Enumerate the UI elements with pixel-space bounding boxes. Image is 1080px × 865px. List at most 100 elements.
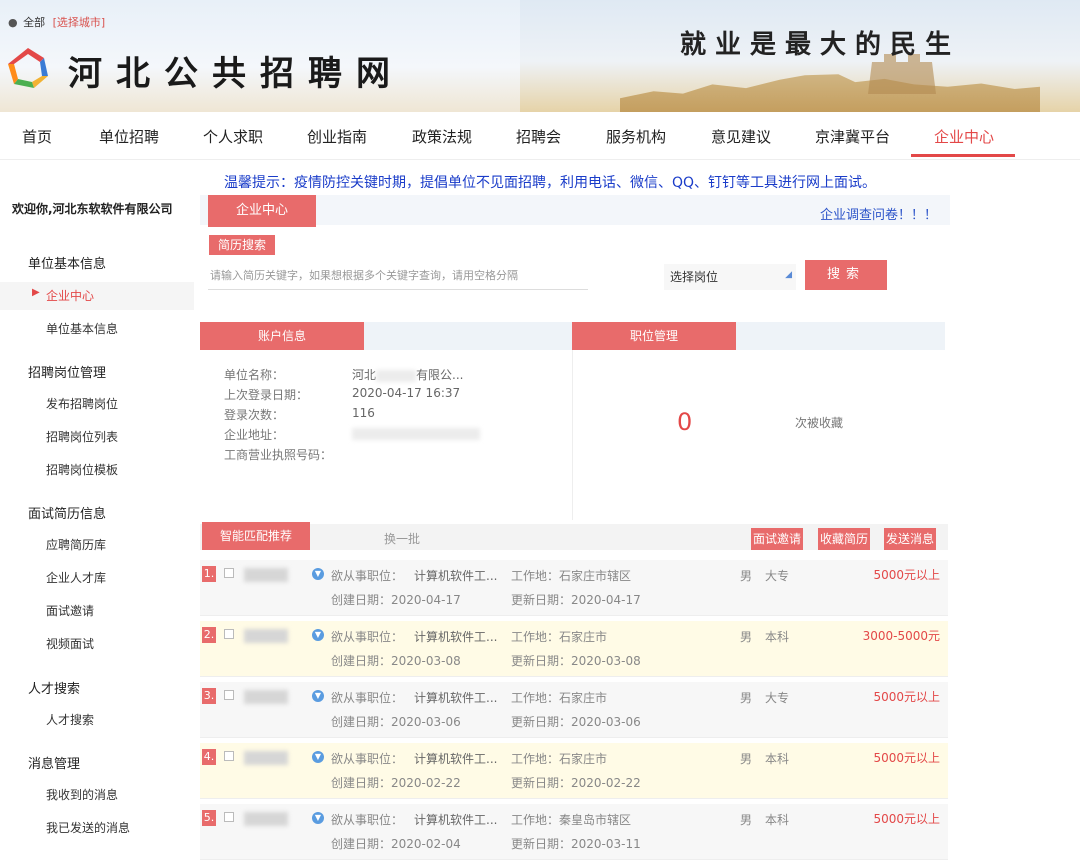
table-row[interactable]: 3. ▼ 欲从事职位： 计算机软件工... 工作地：石家庄市 男大专 5000元以上 创建日期…: [200, 682, 948, 738]
redacted-name: [244, 568, 288, 582]
post-select-value: 选择岗位: [670, 270, 719, 284]
sidebar-item-talent-pool[interactable]: 企业人才库: [46, 569, 106, 586]
sidebar-item-received-messages[interactable]: 我收到的消息: [46, 786, 118, 803]
search-button[interactable]: 搜索: [805, 260, 887, 290]
nav-feedback[interactable]: 意见建议: [711, 126, 771, 147]
row-checkbox[interactable]: [224, 690, 234, 700]
table-row[interactable]: 1. ▼ 欲从事职位： 计算机软件工... 工作地：石家庄市辖区 男大专 5000元以上 创建…: [200, 560, 948, 616]
expand-icon[interactable]: ▼: [312, 751, 324, 763]
created-date: 创建日期：2020-03-06: [331, 715, 461, 729]
row-number: 4.: [202, 749, 216, 765]
table-row[interactable]: 2. ▼ 欲从事职位： 计算机软件工... 工作地：石家庄市 男本科 3000-5000元创…: [200, 621, 948, 677]
site-title: 河北公共招聘网: [68, 54, 404, 94]
table-row[interactable]: 4. ▼ 欲从事职位： 计算机软件工... 工作地：石家庄市 男本科 5000元以上 创建日期…: [200, 743, 948, 799]
slogan: 就业是最大的民生: [680, 30, 961, 60]
select-city-link[interactable]: [选择城市]: [53, 16, 106, 29]
created-date: 创建日期：2020-02-22: [331, 776, 461, 790]
favorite-count-label: 次被收藏: [795, 416, 844, 430]
welcome-text: 欢迎你,河北东软软件有限公司: [12, 202, 173, 216]
sidebar-active-bg: [0, 282, 194, 310]
education: 本科: [765, 630, 790, 644]
sidebar-group-talent-search: 人才搜索: [28, 682, 81, 697]
acct-name-part2: 有限公...: [416, 368, 464, 382]
sidebar-item-video-interview[interactable]: 视频面试: [46, 635, 94, 652]
nav-unit-recruit[interactable]: 单位招聘: [99, 126, 159, 147]
created-date: 创建日期：2020-03-08: [331, 654, 461, 668]
row-checkbox[interactable]: [224, 812, 234, 822]
gender: 男: [740, 569, 753, 583]
table-row[interactable]: 5. ▼ 欲从事职位： 计算机软件工... 工作地：秦皇岛市辖区 男本科 5000元以上 创建…: [200, 804, 948, 860]
intent-value[interactable]: 计算机软件工...: [414, 811, 497, 828]
sidebar-group-post-mgmt: 招聘岗位管理: [28, 366, 107, 381]
nav-startup-guide[interactable]: 创业指南: [307, 126, 367, 147]
intent-value[interactable]: 计算机软件工...: [414, 689, 497, 706]
intent-value[interactable]: 计算机软件工...: [414, 567, 497, 584]
site-header: ● 全部 [选择城市] 河北公共招聘网 就业是最大的民生: [0, 0, 1080, 112]
nav-enterprise-center[interactable]: 企业中心: [934, 126, 994, 147]
acct-label-name: 单位名称：: [224, 368, 285, 382]
sidebar-item-talent-search[interactable]: 人才搜索: [46, 711, 94, 728]
position-mgmt-title[interactable]: 职位管理: [572, 322, 736, 350]
redacted-name: [244, 629, 288, 643]
nav-service-org[interactable]: 服务机构: [606, 126, 666, 147]
recommend-title: 智能匹配推荐: [202, 522, 310, 550]
sidebar-item-sent-messages[interactable]: 我已发送的消息: [46, 819, 130, 836]
location-all: 全部: [23, 16, 46, 29]
tab-enterprise-center[interactable]: 企业中心: [208, 195, 316, 227]
row-checkbox[interactable]: [224, 568, 234, 578]
post-select[interactable]: 选择岗位 ◢: [664, 264, 796, 290]
favorite-count[interactable]: 0: [677, 408, 692, 436]
swap-batch-link[interactable]: 换一批: [384, 530, 420, 547]
gender: 男: [740, 691, 753, 705]
expand-icon[interactable]: ▼: [312, 690, 324, 702]
acct-name-part1: 河北: [352, 368, 377, 382]
nav-job-seek[interactable]: 个人求职: [203, 126, 263, 147]
salary: 3000-5000元: [862, 629, 940, 643]
acct-value-login-count: 116: [352, 406, 375, 420]
survey-link[interactable]: 企业调查问卷！！！: [820, 204, 937, 223]
acct-value-last-login: 2020-04-17 16:37: [352, 386, 461, 400]
sidebar-item-publish-post[interactable]: 发布招聘岗位: [46, 395, 118, 412]
nav-home[interactable]: 首页: [22, 126, 52, 147]
acct-label-address: 企业地址：: [224, 428, 285, 442]
sidebar-group-messages: 消息管理: [28, 757, 81, 772]
nav-job-fair[interactable]: 招聘会: [516, 126, 561, 147]
row-checkbox[interactable]: [224, 751, 234, 761]
acct-label-login-count: 登录次数：: [224, 408, 285, 422]
nav-jjj-platform[interactable]: 京津冀平台: [815, 126, 890, 147]
row-checkbox[interactable]: [224, 629, 234, 639]
row-number: 1.: [202, 566, 216, 582]
notice-banner: 温馨提示：疫情防控关键时期，提倡单位不见面招聘，利用电话、微信、QQ、钉钉等工具…: [223, 175, 877, 191]
expand-icon[interactable]: ▼: [312, 568, 324, 580]
sidebar-item-post-template[interactable]: 招聘岗位模板: [46, 461, 118, 478]
redacted-block: [376, 369, 417, 382]
sidebar-item-resume-bank[interactable]: 应聘简历库: [46, 536, 106, 553]
intent-value[interactable]: 计算机软件工...: [414, 628, 497, 645]
sidebar-item-enterprise-center[interactable]: ▶ 企业中心: [32, 287, 94, 304]
intent-value[interactable]: 计算机软件工...: [414, 750, 497, 767]
work-location: 工作地：石家庄市: [511, 630, 608, 644]
sidebar-item-post-list[interactable]: 招聘岗位列表: [46, 428, 118, 445]
gender: 男: [740, 630, 753, 644]
acct-label-last-login: 上次登录日期：: [224, 388, 309, 402]
gender: 男: [740, 813, 753, 827]
updated-date: 更新日期：2020-03-06: [511, 715, 641, 729]
redacted-name: [244, 751, 288, 765]
acct-value-address: [352, 426, 480, 440]
intent-label: 欲从事职位：: [331, 752, 404, 766]
nav-policy[interactable]: 政策法规: [412, 126, 472, 147]
resume-search-input[interactable]: [208, 262, 588, 290]
sidebar-item-unit-basic-info[interactable]: 单位基本信息: [46, 320, 118, 337]
salary: 5000元以上: [873, 812, 940, 826]
interview-invite-button[interactable]: 面试邀请: [751, 528, 804, 550]
work-location: 工作地：石家庄市辖区: [511, 569, 632, 583]
expand-icon[interactable]: ▼: [312, 812, 324, 824]
sidebar-item-interview-invite[interactable]: 面试邀请: [46, 602, 94, 619]
favorite-resume-button[interactable]: 收藏简历: [818, 528, 871, 550]
send-message-button[interactable]: 发送消息: [884, 528, 937, 550]
expand-icon[interactable]: ▼: [312, 629, 324, 641]
resume-search-label: 简历搜索: [209, 235, 275, 255]
work-location: 工作地：秦皇岛市辖区: [511, 813, 632, 827]
nav-active-underline: [911, 154, 1015, 157]
site-logo-icon[interactable]: [4, 44, 52, 92]
